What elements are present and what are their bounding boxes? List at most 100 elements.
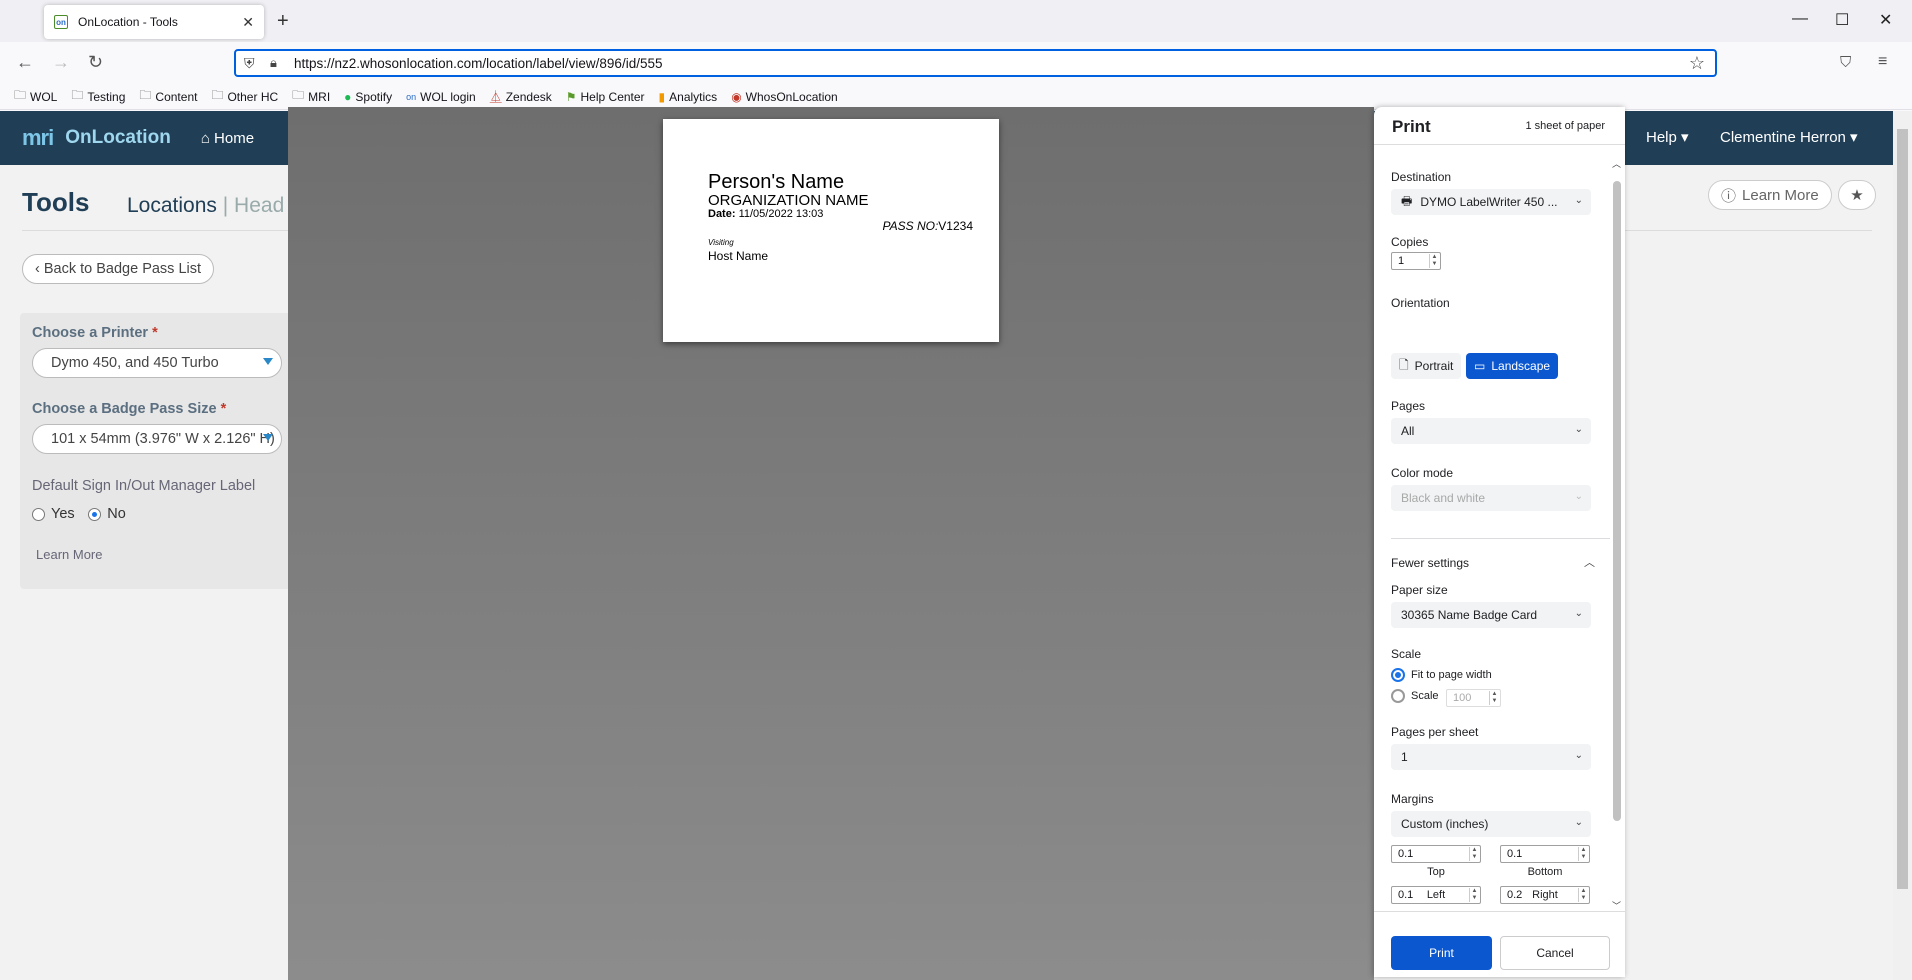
radio-yes[interactable]: Yes: [32, 506, 75, 522]
printer-label-text: Choose a Printer: [32, 325, 149, 341]
whosonlocation-icon: ◉: [731, 89, 742, 104]
pocket-icon[interactable]: ⛉: [1840, 54, 1851, 71]
bookmark-analytics[interactable]: ▮ Analytics: [659, 90, 718, 104]
help-center-icon: ⚑: [565, 89, 577, 104]
breadcrumb-locations: Locations: [127, 194, 217, 217]
bookmark-testing[interactable]: 🗀 Testing: [71, 86, 125, 107]
brand-name[interactable]: OnLocation: [65, 127, 171, 149]
bookmark-wol-login[interactable]: on WOL login: [406, 90, 476, 104]
page-scroll-thumb[interactable]: [1897, 129, 1908, 889]
chevron-up-icon[interactable]: ︿: [1584, 554, 1595, 570]
bookmark-mri[interactable]: 🗀 MRI: [292, 86, 330, 107]
preview-pass-value: V1234: [938, 219, 973, 233]
bookmark-star-icon[interactable]: ☆: [1689, 53, 1705, 74]
learn-more-button[interactable]: ⓘ Learn More: [1708, 180, 1832, 210]
page-title: Tools: [22, 187, 90, 217]
scale-input[interactable]: 100 ▲ ▼: [1446, 689, 1501, 707]
breadcrumb: Locations | Head: [127, 194, 285, 217]
bookmark-help-center[interactable]: ⚑ Help Center: [566, 90, 645, 104]
print-title: Print: [1392, 117, 1431, 136]
browser-tab[interactable]: on OnLocation - Tools ✕: [44, 5, 264, 39]
new-tab-icon[interactable]: +: [277, 10, 289, 33]
preview-person-name: Person's Name: [708, 171, 845, 193]
color-mode-select[interactable]: Black and white ⌄: [1391, 485, 1591, 511]
margins-select[interactable]: Custom (inches) ⌄: [1391, 811, 1591, 837]
bookmark-label: Spotify: [355, 89, 393, 104]
lock-icon[interactable]: 🔒︎: [270, 55, 277, 71]
badge-form: Choose a Printer * Dymo 450, and 450 Tur…: [20, 313, 300, 589]
spinner-icon[interactable]: ▲ ▼: [1489, 691, 1499, 705]
spinner-icon[interactable]: ▲ ▼: [1469, 847, 1479, 861]
badge-size-value: 101 x 54mm (3.976" W x 2.126" H): [51, 431, 275, 447]
pages-per-sheet-label: Pages per sheet: [1391, 725, 1479, 739]
bookmark-whosonlocation[interactable]: ◉ WhosOnLocation: [731, 90, 838, 104]
chevron-left-icon: ‹: [35, 261, 44, 277]
mri-logo[interactable]: mri: [22, 125, 54, 151]
bookmark-zendesk[interactable]: ⏅ Zendesk: [490, 88, 552, 105]
radio-dot: [1391, 689, 1405, 703]
paper-size-select[interactable]: 30365 Name Badge Card ⌄: [1391, 602, 1591, 628]
page-scrollbar[interactable]: [1893, 111, 1912, 980]
url-bar[interactable]: ⛨ 🔒︎ https://nz2.whosonlocation.com/loca…: [234, 49, 1717, 77]
minimize-icon[interactable]: —: [1792, 10, 1808, 28]
favicon-icon: on: [54, 15, 68, 29]
chevron-down-icon: ⌄: [1574, 424, 1583, 435]
fewer-settings-toggle[interactable]: Fewer settings: [1391, 556, 1469, 570]
copies-input[interactable]: 1 ▲ ▼: [1391, 252, 1441, 270]
pages-per-sheet-value: 1: [1401, 750, 1408, 764]
learn-more-link[interactable]: Learn More: [36, 547, 102, 562]
radio-no[interactable]: No: [88, 506, 126, 522]
margins-value: Custom (inches): [1401, 817, 1489, 831]
user-menu[interactable]: Clementine Herron ▾: [1720, 128, 1858, 146]
fit-to-page-radio[interactable]: Fit to page width: [1391, 668, 1492, 682]
reload-icon[interactable]: ↻: [88, 52, 103, 73]
preview-org-name: ORGANIZATION NAME: [708, 192, 869, 209]
settings-scrollbar[interactable]: ︿ ﹀: [1611, 157, 1622, 910]
bookmark-other-hc[interactable]: 🗀 Other HC: [211, 86, 278, 107]
back-icon[interactable]: ←: [16, 52, 34, 73]
spinner-icon[interactable]: ▲ ▼: [1578, 847, 1588, 861]
scroll-thumb[interactable]: [1613, 181, 1621, 821]
breadcrumb-head: Head: [234, 194, 285, 217]
margin-right-label: Right: [1532, 889, 1558, 901]
landscape-button[interactable]: ▭ Landscape: [1466, 353, 1559, 379]
sheet-count: 1 sheet of paper: [1525, 120, 1605, 132]
pages-select[interactable]: All ⌄: [1391, 418, 1591, 444]
scroll-up-icon[interactable]: ︿: [1612, 157, 1621, 170]
forward-icon[interactable]: →: [52, 52, 70, 73]
window-close-icon[interactable]: ✕: [1879, 10, 1892, 30]
pages-label: Pages: [1391, 399, 1426, 413]
print-button[interactable]: Print: [1391, 936, 1492, 970]
destination-value: DYMO LabelWriter 450 ...: [1420, 195, 1558, 209]
favorite-button[interactable]: ★: [1838, 180, 1876, 210]
bookmark-spotify[interactable]: ● Spotify: [344, 90, 392, 104]
destination-select[interactable]: 🖶 DYMO LabelWriter 450 ... ⌄: [1391, 189, 1591, 215]
back-to-badge-pass-list-button[interactable]: ‹ Back to Badge Pass List: [22, 254, 215, 284]
spinner-icon[interactable]: ▲ ▼: [1429, 254, 1439, 268]
scale-radio[interactable]: Scale: [1391, 689, 1439, 703]
bookmark-label: Testing: [87, 89, 126, 104]
chevron-down-icon: ⌄: [1574, 608, 1583, 619]
maximize-icon[interactable]: ☐: [1835, 10, 1849, 30]
margin-bottom-input[interactable]: 0.1 ▲ ▼: [1500, 845, 1590, 863]
menu-icon[interactable]: ≡: [1878, 53, 1887, 71]
shield-icon[interactable]: ⛨: [244, 55, 255, 72]
close-tab-icon[interactable]: ✕: [242, 14, 254, 31]
url-text: https://nz2.whosonlocation.com/location/…: [294, 55, 663, 71]
preview-date-label: Date:: [708, 208, 736, 220]
bookmark-label: Zendesk: [505, 89, 552, 104]
zendesk-icon: ⏅: [489, 90, 502, 104]
required-marker: *: [220, 401, 227, 417]
nav-home[interactable]: ⌂ Home: [201, 130, 254, 147]
badge-size-select[interactable]: 101 x 54mm (3.976" W x 2.126" H): [32, 424, 282, 454]
printer-select[interactable]: Dymo 450, and 450 Turbo: [32, 348, 282, 378]
scale-label: Scale: [1391, 647, 1422, 661]
pages-per-sheet-select[interactable]: 1 ⌄: [1391, 744, 1591, 770]
bookmark-content[interactable]: 🗀 Content: [139, 86, 197, 107]
margin-top-input[interactable]: 0.1 ▲ ▼: [1391, 845, 1481, 863]
scroll-down-icon[interactable]: ﹀: [1612, 899, 1621, 910]
portrait-button[interactable]: 🗋 Portrait: [1391, 353, 1462, 379]
bookmark-wol[interactable]: 🗀 WOL: [14, 86, 57, 107]
cancel-button[interactable]: Cancel: [1500, 936, 1610, 970]
help-menu[interactable]: Help ▾: [1646, 128, 1689, 146]
